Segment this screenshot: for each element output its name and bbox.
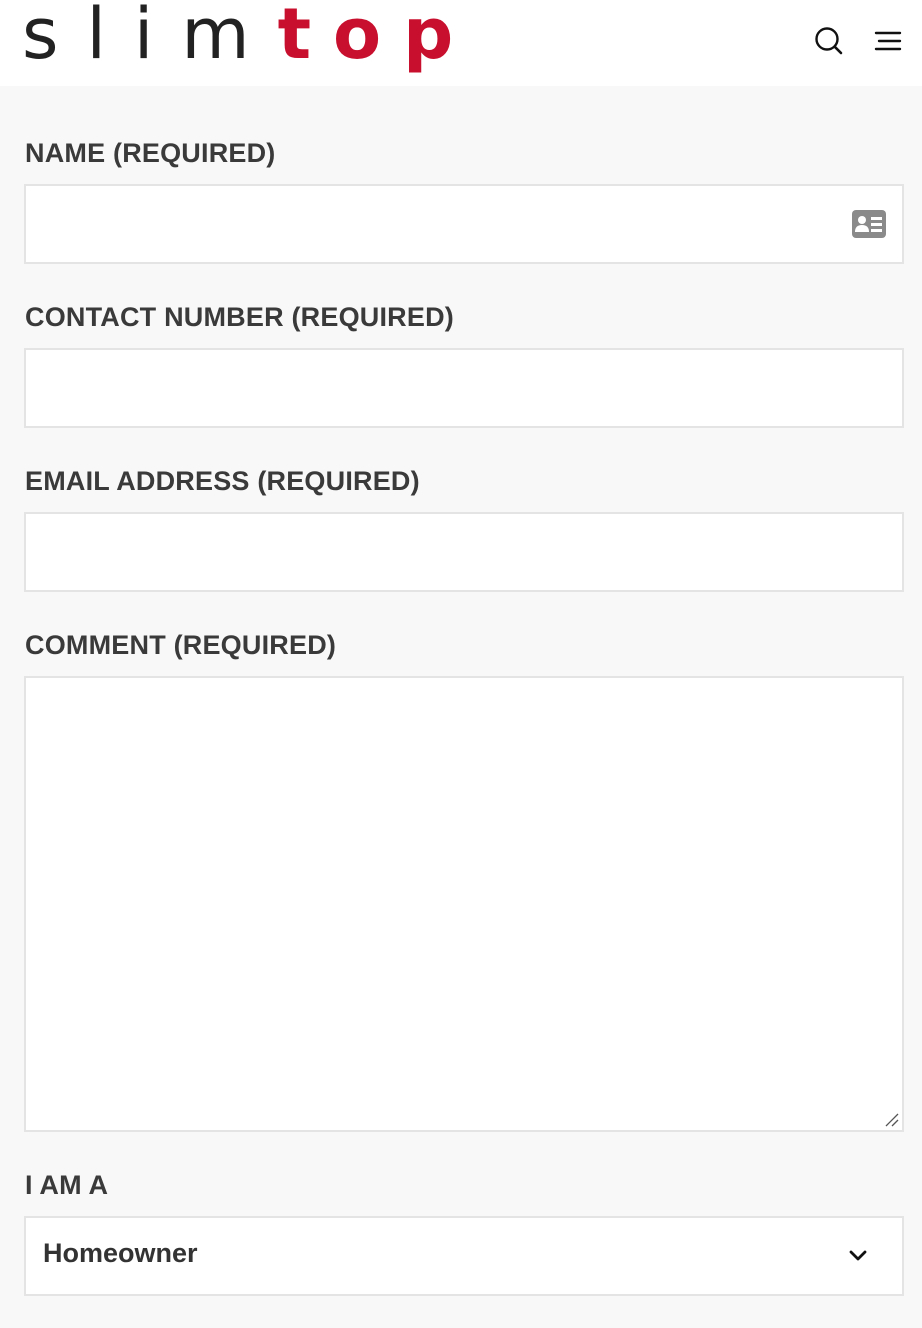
i-am-a-label: I AM A xyxy=(25,1170,109,1200)
menu-button[interactable] xyxy=(872,26,902,56)
i-am-a-selected-value: Homeowner xyxy=(43,1238,198,1268)
email-field-wrapper xyxy=(24,512,904,592)
slimtop-logo[interactable]: slim top xyxy=(22,0,475,74)
email-label: EMAIL ADDRESS (REQUIRED) xyxy=(25,466,420,496)
contact-card-icon[interactable] xyxy=(852,210,886,238)
name-label: NAME (REQUIRED) xyxy=(25,138,276,168)
contact-number-input[interactable] xyxy=(26,350,902,426)
hamburger-menu-icon xyxy=(874,31,902,51)
contact-number-label: CONTACT NUMBER (REQUIRED) xyxy=(25,302,454,332)
resize-grip-icon[interactable] xyxy=(882,1110,900,1128)
site-header: slim top xyxy=(0,0,922,86)
search-icon xyxy=(815,27,843,55)
search-button[interactable] xyxy=(814,26,844,56)
comment-textarea[interactable] xyxy=(26,678,902,1130)
logo-text-top: top xyxy=(277,0,476,75)
name-field-wrapper xyxy=(24,184,904,264)
name-input[interactable] xyxy=(26,186,902,262)
i-am-a-select[interactable]: Homeowner xyxy=(24,1216,904,1296)
contact-number-field-wrapper xyxy=(24,348,904,428)
email-input[interactable] xyxy=(26,514,902,590)
logo-text-slim: slim xyxy=(22,0,278,75)
comment-label: COMMENT (REQUIRED) xyxy=(25,630,337,660)
chevron-down-icon xyxy=(849,1250,867,1261)
comment-field-wrapper xyxy=(24,676,904,1132)
